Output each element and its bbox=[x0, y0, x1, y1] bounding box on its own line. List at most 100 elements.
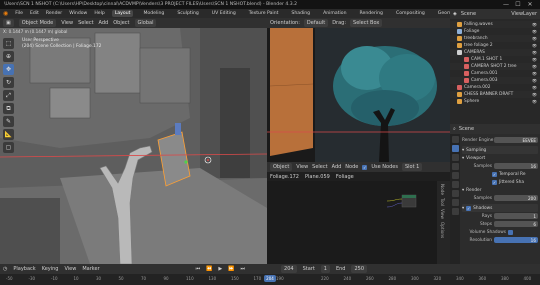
move-tool-icon[interactable]: ✥ bbox=[3, 64, 14, 75]
object-tab-icon[interactable] bbox=[451, 190, 459, 197]
steps-field[interactable]: 6 bbox=[494, 221, 538, 227]
menu-help[interactable]: Help bbox=[94, 11, 104, 16]
outliner-item[interactable]: CAMERA SHOT 2 tree 👁 bbox=[450, 63, 540, 70]
node-canvas[interactable] bbox=[267, 181, 450, 264]
menu-file[interactable]: File bbox=[15, 11, 23, 16]
material-tab-icon[interactable] bbox=[451, 208, 459, 215]
scene-tab-icon[interactable] bbox=[451, 172, 459, 179]
output-tab-icon[interactable] bbox=[451, 154, 459, 161]
tab-modeling[interactable]: Modeling bbox=[140, 10, 167, 17]
temporal-reprojection-checkbox[interactable]: ✓ bbox=[492, 171, 497, 177]
menu-window[interactable]: Window bbox=[69, 11, 87, 16]
visibility-eye-icon[interactable]: 👁 bbox=[532, 57, 537, 62]
jittered-shadows-checkbox[interactable]: ✓ bbox=[492, 179, 497, 185]
sidebar-tab-view[interactable]: View bbox=[440, 209, 445, 219]
sampling-panel-header[interactable]: ▾ Sampling bbox=[462, 146, 538, 154]
outliner-item[interactable]: CAM.1 SHOT 1 👁 bbox=[450, 56, 540, 63]
tab-texture-paint[interactable]: Texture Paint bbox=[246, 10, 282, 17]
modifier-tab-icon[interactable] bbox=[451, 199, 459, 206]
outliner-item[interactable]: Camera.002 👁 bbox=[450, 84, 540, 91]
next-key-icon[interactable]: ⏩ bbox=[228, 266, 234, 272]
timeline-menu-playback[interactable]: Playback bbox=[13, 266, 35, 272]
orientation-select[interactable]: Default bbox=[303, 19, 329, 27]
sidebar-tab-node[interactable]: Node bbox=[440, 184, 445, 195]
3d-viewport[interactable]: User Perspective (204) Scene Collection … bbox=[0, 28, 267, 264]
render-tab-icon[interactable] bbox=[451, 145, 459, 152]
add-cube-tool-icon[interactable]: ▢ bbox=[3, 142, 14, 153]
visibility-eye-icon[interactable]: 👁 bbox=[532, 85, 537, 90]
outliner-item[interactable]: tree foliage 2 👁 bbox=[450, 42, 540, 49]
tab-rendering[interactable]: Rendering bbox=[357, 10, 386, 17]
tab-compositing[interactable]: Compositing bbox=[393, 10, 428, 17]
world-tab-icon[interactable] bbox=[451, 181, 459, 188]
view-layer-tab-icon[interactable] bbox=[451, 163, 459, 170]
visibility-eye-icon[interactable]: 👁 bbox=[532, 99, 537, 104]
select-box-tool-icon[interactable]: ⬚ bbox=[3, 38, 14, 49]
menu-edit[interactable]: Edit bbox=[30, 11, 39, 16]
play-icon[interactable]: ▶ bbox=[218, 266, 222, 272]
tab-animation[interactable]: Animation bbox=[320, 10, 349, 17]
camera-render-preview[interactable] bbox=[267, 28, 450, 162]
editor-type-icon[interactable]: ▣ bbox=[3, 19, 14, 27]
visibility-eye-icon[interactable]: 👁 bbox=[532, 50, 537, 55]
close-button[interactable]: ✕ bbox=[524, 1, 536, 8]
outliner-item[interactable]: Camera.003 👁 bbox=[450, 77, 540, 84]
outliner-item[interactable]: Falling.waves 👁 bbox=[450, 21, 540, 28]
shadows-panel-header[interactable]: ▾ ✓ Shadows bbox=[462, 204, 538, 212]
visibility-eye-icon[interactable]: 👁 bbox=[532, 92, 537, 97]
visibility-eye-icon[interactable]: 👁 bbox=[532, 29, 537, 34]
viewport-menu-select[interactable]: Select bbox=[78, 20, 93, 26]
render-engine-select[interactable]: EEVEE bbox=[494, 137, 538, 143]
properties-search-icon[interactable]: ⌕ bbox=[453, 126, 456, 132]
start-frame-field[interactable]: 1 bbox=[320, 265, 330, 273]
minimize-button[interactable]: — bbox=[500, 1, 512, 8]
outliner-item[interactable]: Sphere 👁 bbox=[450, 98, 540, 105]
visibility-eye-icon[interactable]: 👁 bbox=[532, 78, 537, 83]
view-layer-name[interactable]: ViewLayer bbox=[511, 11, 537, 17]
shadows-checkbox[interactable]: ✓ bbox=[466, 205, 472, 211]
maximize-button[interactable]: ☐ bbox=[512, 1, 524, 8]
jump-end-icon[interactable]: ⏭ bbox=[241, 266, 246, 272]
current-frame-field[interactable]: 204 bbox=[281, 265, 297, 273]
rays-field[interactable]: 1 bbox=[494, 213, 538, 219]
tab-sculpting[interactable]: Sculpting bbox=[174, 10, 201, 17]
mode-select[interactable]: Object Mode bbox=[18, 19, 57, 27]
scene-name[interactable]: Scene bbox=[461, 11, 476, 17]
node-menu-select[interactable]: Select bbox=[312, 164, 327, 170]
tab-layout[interactable]: Layout bbox=[111, 10, 134, 17]
annotate-tool-icon[interactable]: ✎ bbox=[3, 116, 14, 127]
timeline-ruler[interactable]: -50 -30 -10 10 30 50 70 90 110 130 150 170 190 204 220… bbox=[0, 274, 540, 285]
timeline-menu-marker[interactable]: Marker bbox=[82, 266, 99, 272]
timeline-editor-icon[interactable]: ◷ bbox=[3, 266, 7, 272]
tab-uv-editing[interactable]: UV Editing bbox=[209, 10, 239, 17]
outliner-item[interactable]: CAMERAS 👁 bbox=[450, 49, 540, 56]
prev-key-icon[interactable]: ⏪ bbox=[206, 266, 212, 272]
menu-render[interactable]: Render bbox=[46, 11, 62, 16]
outliner-item[interactable]: CHESS BANNER DRAFT 👁 bbox=[450, 91, 540, 98]
node-menu-node[interactable]: Node bbox=[345, 164, 358, 170]
viewport-menu-object[interactable]: Object bbox=[113, 20, 129, 26]
viewport-menu-view[interactable]: View bbox=[61, 20, 73, 26]
material-slot-select[interactable]: Slot 1 bbox=[401, 163, 423, 171]
visibility-eye-icon[interactable]: 👁 bbox=[532, 43, 537, 48]
use-nodes-checkbox[interactable]: ✓ bbox=[362, 164, 368, 170]
sidebar-tab-options[interactable]: Options bbox=[440, 222, 445, 238]
blender-logo-icon[interactable]: ◉ bbox=[3, 10, 8, 17]
drag-select[interactable]: Select Box bbox=[350, 19, 383, 27]
render-samples-field[interactable]: 200 bbox=[494, 195, 538, 201]
shader-type-select[interactable]: Object bbox=[270, 163, 293, 171]
transform-orientation-select[interactable]: Global bbox=[134, 19, 157, 27]
scale-tool-icon[interactable]: ⤢ bbox=[3, 90, 14, 101]
measure-tool-icon[interactable]: 📐 bbox=[3, 129, 14, 140]
rotate-tool-icon[interactable]: ↻ bbox=[3, 77, 14, 88]
node-menu-add[interactable]: Add bbox=[332, 164, 342, 170]
visibility-eye-icon[interactable]: 👁 bbox=[532, 64, 537, 69]
transform-tool-icon[interactable]: ⧉ bbox=[3, 103, 14, 114]
tool-tab-icon[interactable] bbox=[451, 136, 459, 143]
node-menu-view[interactable]: View bbox=[296, 164, 308, 170]
visibility-eye-icon[interactable]: 👁 bbox=[532, 36, 537, 41]
sidebar-tab-tool[interactable]: Tool bbox=[440, 198, 445, 206]
timeline-menu-view[interactable]: View bbox=[64, 266, 76, 272]
tab-shading[interactable]: Shading bbox=[288, 10, 313, 17]
cursor-tool-icon[interactable]: ⊕ bbox=[3, 51, 14, 62]
